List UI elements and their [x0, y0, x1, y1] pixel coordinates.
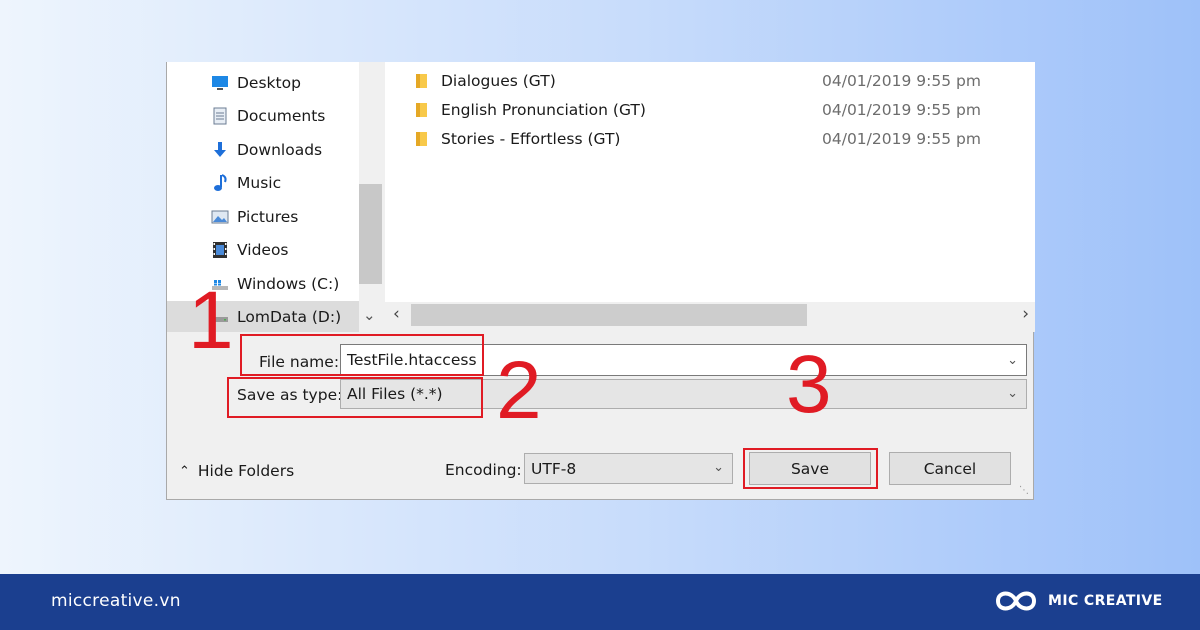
save-button[interactable]: Save	[749, 452, 871, 485]
folder-icon	[416, 73, 427, 88]
nav-item-pictures[interactable]: Pictures	[167, 201, 359, 232]
encoding-select[interactable]: UTF-8 ⌄	[524, 453, 733, 484]
videos-icon	[213, 241, 227, 258]
downloads-icon	[214, 141, 226, 157]
chevron-right-icon[interactable]: ›	[1022, 304, 1029, 324]
brand-name: MIC CREATIVE	[1048, 593, 1163, 609]
file-list: Dialogues (GT) 04/01/2019 9:55 pm Englis…	[385, 62, 1035, 332]
nav-item-label: LomData (D:)	[237, 307, 342, 326]
cancel-button[interactable]: Cancel	[889, 452, 1011, 485]
chevron-down-icon[interactable]: ⌄	[1007, 353, 1018, 368]
file-date: 04/01/2019 9:55 pm	[822, 129, 981, 148]
folder-icon	[416, 102, 427, 117]
brand-logo: MIC CREATIVE	[992, 586, 1163, 616]
file-date: 04/01/2019 9:55 pm	[822, 100, 981, 119]
step-number-1: 1	[188, 275, 234, 366]
nav-item-label: Music	[237, 173, 282, 192]
file-name-input[interactable]: TestFile.htaccess ⌄	[340, 344, 1027, 376]
nav-item-downloads[interactable]: Downloads	[167, 134, 359, 165]
pictures-icon	[211, 210, 229, 223]
infinity-logo-icon	[995, 591, 1037, 611]
hide-folders-label: Hide Folders	[197, 462, 295, 480]
encoding-value: UTF-8	[531, 459, 577, 478]
resize-grip-icon[interactable]: ⋱	[1019, 485, 1029, 496]
nav-item-label: Desktop	[237, 73, 301, 92]
save-button-label: Save	[790, 459, 830, 478]
step-number-2: 2	[496, 345, 542, 436]
chevron-down-icon[interactable]: ⌄	[1007, 386, 1018, 401]
save-as-dialog: Desktop Documents Downloads Music Pictur…	[166, 62, 1035, 500]
file-name-value: TestFile.htaccess	[347, 351, 477, 369]
file-name: English Pronunciation (GT)	[441, 100, 646, 119]
nav-scrollbar[interactable]: ⌄	[359, 62, 382, 332]
file-name: Stories - Effortless (GT)	[441, 129, 621, 148]
desktop-icon	[212, 75, 228, 90]
nav-item-documents[interactable]: Documents	[167, 100, 359, 131]
nav-item-label: Pictures	[237, 207, 299, 226]
chevron-left-icon[interactable]: ‹	[393, 304, 400, 324]
nav-scrollbar-thumb[interactable]	[359, 184, 382, 284]
nav-item-label: Videos	[237, 240, 289, 259]
cancel-button-label: Cancel	[923, 459, 977, 478]
folder-icon	[416, 131, 427, 146]
chevron-up-icon: ⌃	[179, 463, 190, 479]
file-date: 04/01/2019 9:55 pm	[822, 71, 981, 90]
file-row[interactable]: Dialogues (GT) 04/01/2019 9:55 pm	[385, 66, 1035, 95]
encoding-label: Encoding:	[445, 461, 522, 479]
nav-item-videos[interactable]: Videos	[167, 234, 359, 265]
file-row[interactable]: English Pronunciation (GT) 04/01/2019 9:…	[385, 95, 1035, 124]
save-as-type-label: Save as type:	[237, 386, 343, 404]
file-list-scrollbar-thumb[interactable]	[411, 304, 807, 326]
nav-item-label: Documents	[237, 106, 326, 125]
file-row[interactable]: Stories - Effortless (GT) 04/01/2019 9:5…	[385, 124, 1035, 153]
footer-url[interactable]: miccreative.vn	[51, 591, 181, 611]
nav-item-label: Downloads	[237, 140, 323, 159]
music-icon	[214, 173, 227, 191]
documents-icon	[213, 107, 227, 124]
chevron-down-icon[interactable]: ⌄	[363, 306, 376, 324]
file-name-label: File name:	[259, 353, 340, 371]
nav-item-label: Windows (C:)	[237, 274, 340, 293]
nav-item-music[interactable]: Music	[167, 167, 359, 198]
footer-bar: miccreative.vn MIC CREATIVE	[0, 574, 1200, 630]
step-number-3: 3	[786, 339, 832, 430]
file-list-scrollbar[interactable]: ‹ ›	[385, 302, 1035, 332]
save-as-type-value: All Files (*.*)	[347, 385, 443, 403]
file-name: Dialogues (GT)	[441, 71, 556, 90]
nav-item-desktop[interactable]: Desktop	[167, 67, 359, 98]
hide-folders-button[interactable]: ⌃ Hide Folders	[179, 462, 294, 480]
chevron-down-icon[interactable]: ⌄	[713, 460, 724, 475]
save-as-type-select[interactable]: All Files (*.*) ⌄	[340, 379, 1027, 409]
